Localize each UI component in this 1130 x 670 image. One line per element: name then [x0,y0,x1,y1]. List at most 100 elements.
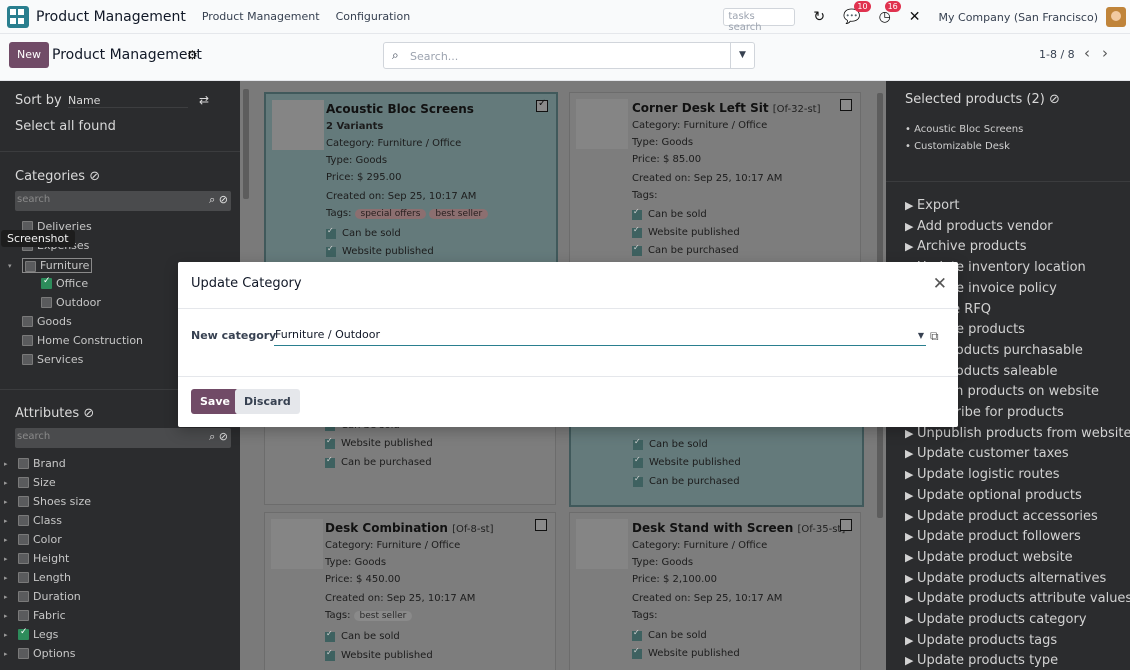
save-button[interactable]: Save [191,389,239,414]
product-name: Corner Desk Left Sit [Of-32-st] [632,101,821,115]
category-office[interactable]: Office [41,276,88,290]
action-item[interactable]: Update products alternatives [905,571,1106,586]
divider [178,308,958,309]
attribute-color[interactable]: ▸ Color [4,533,62,546]
close-icon[interactable]: ✕ [933,274,947,294]
chevron-right-icon[interactable]: › [1102,44,1120,62]
app-name[interactable]: Product Management [36,9,186,25]
messages-icon[interactable]: 💬 10 [843,1,871,25]
product-created: Created on: Sep 25, 10:17 AM [632,173,783,184]
search-clear-icons[interactable]: ⌕ ⊘ [209,430,228,444]
action-item[interactable]: Update products attribute values [905,591,1130,606]
tools-icon[interactable]: ✕ [909,9,921,25]
activities-icon[interactable]: ◷ 16 [879,1,901,25]
category-home-construction[interactable]: Home Construction [22,334,143,347]
action-item[interactable]: Update product followers [905,529,1081,544]
product-card[interactable]: Corner Desk Left Sit [Of-32-st] Category… [569,92,861,268]
product-type: Type: Goods [326,155,388,166]
action-item[interactable]: Unpublish products from website [905,426,1130,441]
external-link-icon[interactable]: ⧉ [930,329,939,344]
card-checkbox[interactable] [840,99,852,111]
user-avatar[interactable] [1106,7,1126,27]
action-item[interactable]: Update customer taxes [905,446,1069,461]
product-tags: Tags: special offers best seller [326,208,489,219]
action-item[interactable]: Archive products [905,239,1027,254]
app-logo-icon[interactable] [7,5,29,28]
list-item: • Customizable Desk [905,141,1010,152]
search-input[interactable]: Search... [410,50,458,63]
clear-icon[interactable]: ⊘ [83,406,94,421]
product-tags: Tags: [632,190,658,201]
search-bar[interactable]: ⌕ Search... ▼ [383,42,755,69]
attribute-duration[interactable]: ▸ Duration [4,590,81,603]
attribute-height[interactable]: ▸ Height [4,552,69,565]
refresh-icon[interactable]: ↻ [813,9,825,25]
attribute-fabric[interactable]: ▸ Fabric [4,609,66,622]
product-card[interactable]: Desk Stand with Screen [Of-35-st] Catego… [569,512,861,670]
search-options-toggle[interactable]: ▼ [730,43,754,68]
card-checkbox[interactable] [535,519,547,531]
opt-website-published: Website published [633,455,741,468]
product-created: Created on: Sep 25, 10:17 AM [326,191,477,202]
product-price: Price: $ 85.00 [632,154,702,165]
attribute-legs[interactable]: ▸Legs [4,627,58,641]
product-card[interactable]: Desk Combination [Of-8-st] Category: Fur… [264,512,556,670]
gear-icon[interactable]: ⚙ [187,48,198,62]
category-furniture[interactable]: ▾ Furniture [8,258,93,273]
attribute-length[interactable]: ▸ Length [4,571,71,584]
product-variants: 2 Variants [326,121,384,132]
pager-value[interactable]: 1-8 / 8 [1039,48,1075,61]
action-item[interactable]: Update optional products [905,488,1082,503]
action-item[interactable]: Update products type [905,653,1058,668]
product-image [576,99,628,149]
clear-icon[interactable]: ⊘ [89,169,100,184]
attribute-shoes-size[interactable]: ▸ Shoes size [4,495,91,508]
left-scrollbar[interactable] [243,89,249,199]
dialog-title: Update Category [191,276,302,291]
new-category-field[interactable]: Furniture / Outdoor ▼ [274,328,926,346]
product-category: Category: Furniture / Office [632,540,768,551]
chevron-down-icon[interactable]: ▼ [918,331,924,340]
sort-direction-icon[interactable]: ⇄ [199,93,209,107]
action-item[interactable]: Add products vendor [905,219,1053,234]
action-item[interactable]: Update product accessories [905,509,1098,524]
category-outdoor[interactable]: Outdoor [41,296,101,309]
attribute-class[interactable]: ▸ Class [4,514,62,527]
opt-can-be-sold: Can be sold [632,207,707,220]
divider [178,376,958,377]
new-button[interactable]: New [9,42,49,68]
menu-product-management[interactable]: Product Management [202,10,320,23]
sort-select[interactable]: Name [68,94,188,108]
attribute-brand[interactable]: ▸ Brand [4,457,66,470]
company-switcher[interactable]: My Company (San Francisco) [939,11,1098,24]
menu-configuration[interactable]: Configuration [336,10,411,23]
product-type: Type: Goods [632,137,694,148]
action-item[interactable]: Update products tags [905,633,1057,648]
card-checkbox[interactable] [536,98,548,112]
tasks-search-input[interactable]: tasks search [723,8,796,33]
activities-badge: 16 [884,1,901,12]
action-item[interactable]: Update logistic routes [905,467,1060,482]
categories-search-input[interactable]: search ⌕ ⊘ [15,191,231,211]
card-checkbox[interactable] [840,519,852,531]
tag-badge: best seller [429,209,489,219]
clear-icon[interactable]: ⊘ [1049,92,1060,107]
search-clear-icons[interactable]: ⌕ ⊘ [209,193,228,207]
product-tags: Tags: [632,610,658,621]
category-goods[interactable]: Goods [22,315,72,328]
product-card[interactable]: Acoustic Bloc Screens 2 Variants Categor… [264,92,558,268]
category-services[interactable]: Services [22,353,83,366]
chevron-left-icon[interactable]: ‹ [1084,44,1102,62]
product-type: Type: Goods [632,557,694,568]
action-item[interactable]: Export [905,198,960,213]
action-item[interactable]: Update product website [905,550,1073,565]
discard-button[interactable]: Discard [235,389,300,414]
attributes-search-input[interactable]: search ⌕ ⊘ [15,428,231,448]
attribute-size[interactable]: ▸ Size [4,476,56,489]
pager-arrows[interactable]: ‹› [1084,44,1120,62]
product-price: Price: $ 295.00 [326,172,402,183]
action-item[interactable]: Update products category [905,612,1087,627]
attribute-options[interactable]: ▸ Options [4,647,75,660]
select-all-found[interactable]: Select all found [15,119,116,134]
opt-can-be-purchased: Can be purchased [325,455,432,468]
